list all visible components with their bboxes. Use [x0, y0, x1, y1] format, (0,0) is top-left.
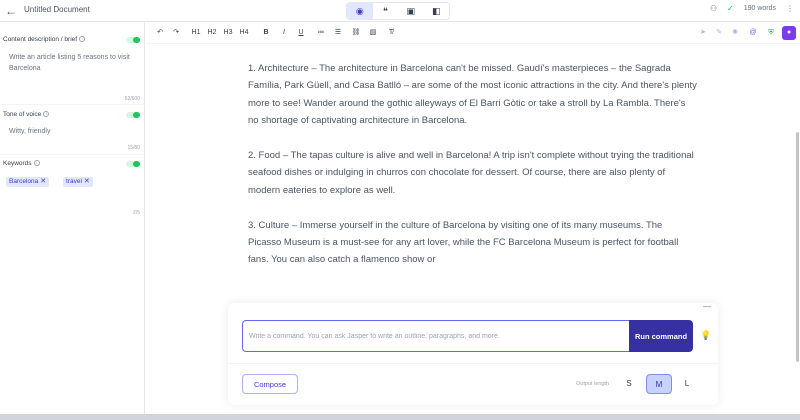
document-title[interactable]: Untitled Document: [24, 5, 90, 14]
check-icon: ✓: [727, 4, 734, 13]
tone-toggle[interactable]: [126, 112, 140, 118]
keywords-counter: 2/5: [133, 210, 140, 216]
jasper-icon[interactable]: ●: [782, 26, 796, 40]
collapse-icon[interactable]: —: [702, 303, 712, 311]
length-large-button[interactable]: L: [674, 374, 700, 394]
pencil-icon[interactable]: ✎: [712, 26, 726, 40]
heading-4-button[interactable]: H4: [238, 27, 250, 39]
command-input[interactable]: [242, 320, 630, 352]
split-icon[interactable]: ◧: [424, 3, 450, 19]
heading-2-button[interactable]: H2: [206, 27, 218, 39]
run-command-button[interactable]: Run command: [629, 320, 693, 352]
command-panel: — Run command 💡 Compose Output length S …: [228, 303, 718, 405]
bullet-list-icon[interactable]: ☰: [333, 27, 343, 39]
heading-3-button[interactable]: H3: [222, 27, 234, 39]
compose-button[interactable]: Compose: [242, 374, 298, 394]
arrow-left-icon[interactable]: ←: [4, 3, 18, 19]
more-icon[interactable]: ⋮: [786, 4, 794, 13]
word-count: 190 words: [743, 5, 776, 12]
tone-input[interactable]: Witty, friendly: [9, 126, 51, 137]
editor-toolbar: ↶ ↷ H1 H2 H3 H4 B I U ≔ ☰ ⛓ ▨ T̸ ➤ ✎ ✺ @…: [146, 22, 800, 44]
chat-icon[interactable]: ❝: [373, 3, 399, 19]
keywords-label: Keywords i: [3, 160, 40, 167]
paragraph: 3. Culture – Immerse yourself in the cul…: [248, 219, 679, 266]
sparkle-icon[interactable]: ✺: [728, 26, 742, 40]
link-icon[interactable]: ⛓: [351, 27, 361, 39]
top-bar: ← Untitled Document ◉ ❝ ▣ ◧ ⚇ ✓ 190 word…: [0, 0, 800, 22]
underline-button[interactable]: U: [296, 27, 306, 39]
info-icon: i: [33, 160, 40, 167]
output-length-label: Output length: [576, 381, 610, 387]
keyword-tag[interactable]: travel ✕: [63, 177, 93, 187]
clear-format-icon[interactable]: T̸: [386, 27, 396, 39]
image-icon[interactable]: ▨: [368, 27, 378, 39]
redo-icon[interactable]: ↷: [170, 27, 182, 39]
view-toggle: ◉ ❝ ▣ ◧: [346, 2, 450, 20]
keywords-toggle[interactable]: [126, 161, 140, 167]
italic-button[interactable]: I: [279, 27, 289, 39]
paragraph: 1. Architecture – The architecture in Ba…: [248, 63, 697, 127]
eye-icon[interactable]: ◉: [347, 3, 373, 19]
at-icon[interactable]: @: [746, 26, 760, 40]
undo-icon[interactable]: ↶: [154, 27, 166, 39]
left-panel: Content description / brief i Write an ar…: [0, 22, 145, 420]
keyword-tag[interactable]: Barcelona ✕: [6, 177, 50, 187]
scroll-thumb[interactable]: [796, 132, 799, 362]
brief-counter: 52/600: [124, 96, 140, 102]
bold-button[interactable]: B: [261, 27, 271, 39]
close-icon: ✕: [83, 178, 90, 185]
template-icon[interactable]: ▣: [398, 3, 424, 19]
brief-label: Content description / brief i: [3, 36, 86, 43]
close-icon: ✕: [40, 178, 47, 185]
info-icon: i: [43, 111, 50, 118]
editor-scrollbar[interactable]: [794, 44, 800, 420]
shield-icon[interactable]: ⛨: [764, 26, 778, 40]
lightbulb-icon[interactable]: 💡: [700, 330, 711, 342]
brief-toggle[interactable]: [126, 37, 140, 43]
info-icon: i: [79, 36, 86, 43]
arrow-right-icon[interactable]: ➤: [696, 26, 710, 40]
tone-label: Tone of voice i: [3, 111, 50, 118]
ordered-list-icon[interactable]: ≔: [316, 27, 326, 39]
tone-counter: 15/80: [127, 145, 140, 151]
length-small-button[interactable]: S: [616, 374, 642, 394]
editor-content[interactable]: 1. Architecture – The architecture in Ba…: [248, 60, 698, 286]
brief-input[interactable]: Write an article listing 5 reasons to vi…: [9, 52, 139, 74]
length-medium-button[interactable]: M: [646, 374, 672, 394]
paragraph: 2. Food – The tapas culture is alive and…: [248, 150, 694, 196]
bottom-scrollbar[interactable]: [0, 414, 800, 420]
top-right-tools: ⚇ ✓ 190 words ⋮: [710, 4, 794, 13]
heading-1-button[interactable]: H1: [190, 27, 202, 39]
users-icon[interactable]: ⚇: [710, 4, 717, 13]
